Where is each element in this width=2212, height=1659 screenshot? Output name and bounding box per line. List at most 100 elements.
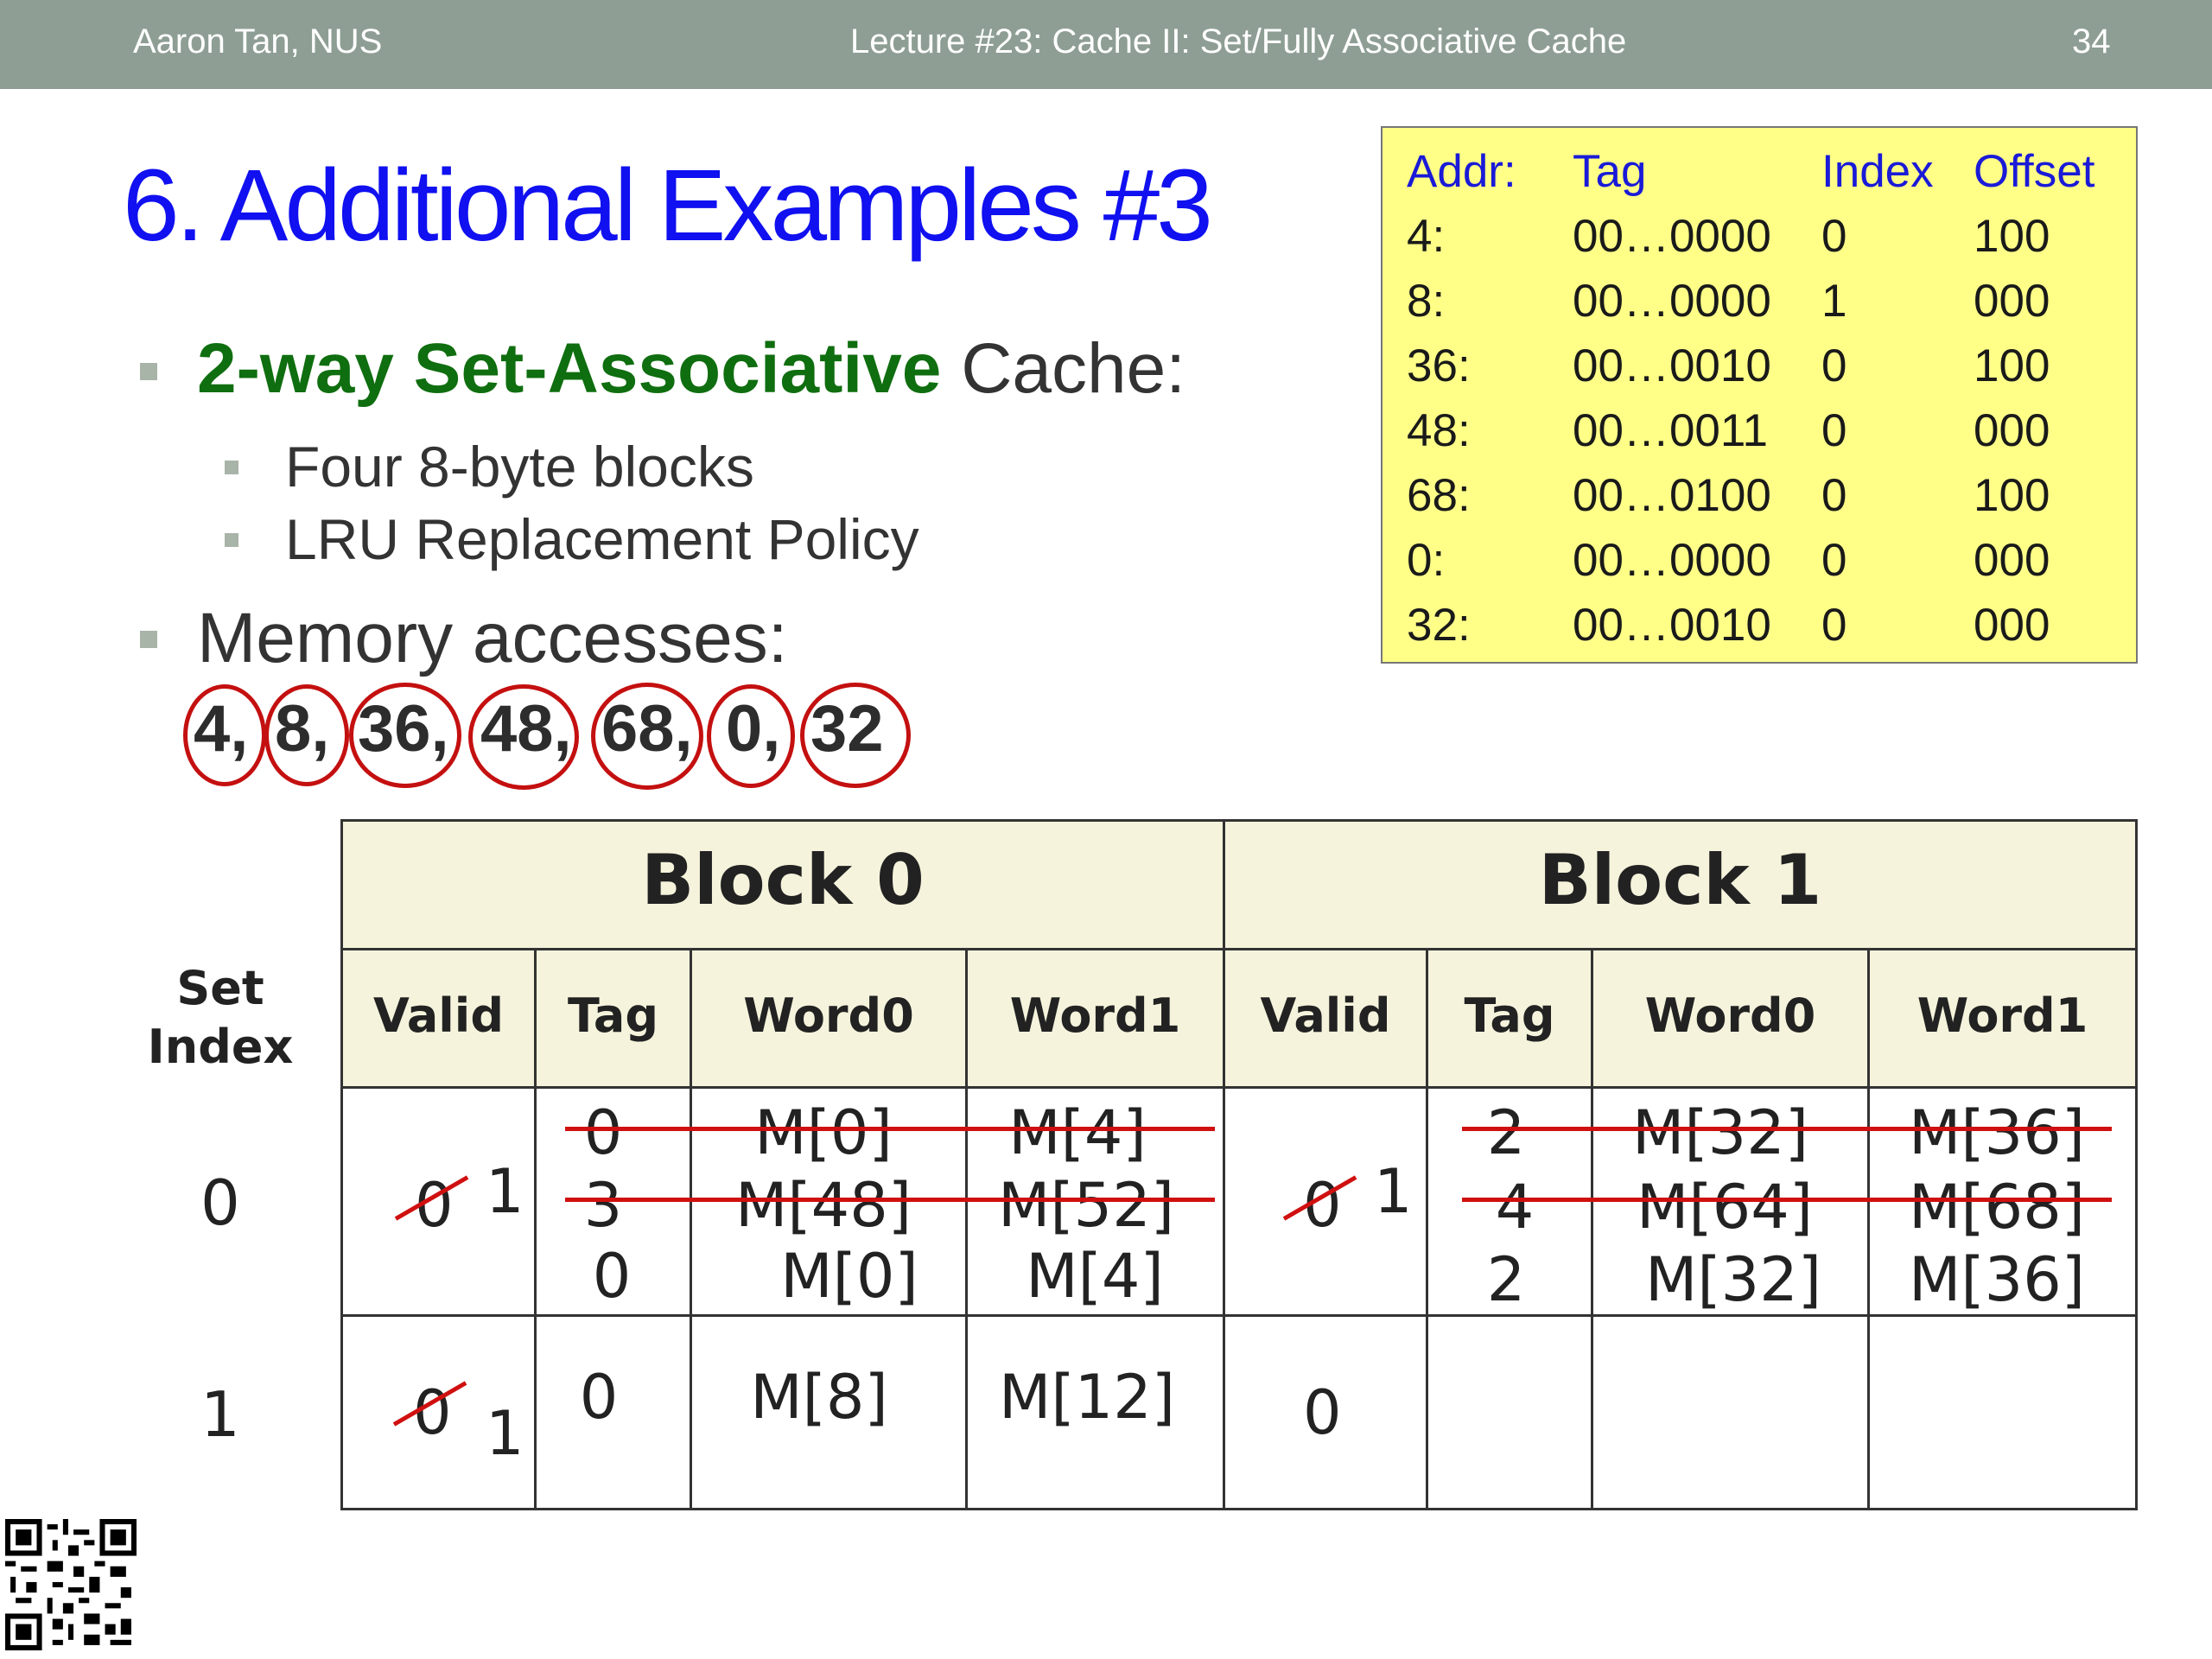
set0-b0-word0-1: M[0] [754, 1097, 893, 1168]
bullet-marker [225, 533, 238, 547]
circle-annotation [264, 684, 349, 786]
set1-b1-valid: 0 [1303, 1377, 1342, 1448]
set-index-1: 1 [200, 1378, 240, 1451]
offset-value: 100 [1974, 340, 2050, 391]
circle-annotation [800, 683, 911, 788]
tag-value: 00…0000 [1573, 211, 1771, 262]
set1-b1-word0-cell [1591, 1314, 1870, 1510]
set0-b1-word0-2: M[64] [1636, 1172, 1814, 1243]
set0-b1-valid-new: 1 [1374, 1156, 1413, 1227]
address-row: 68: 00…0100 0 100 [1382, 469, 2136, 534]
strike-line [565, 1198, 1215, 1202]
tag-value: 00…0000 [1573, 535, 1771, 586]
set0-b0-word0-2: M[48] [734, 1170, 912, 1241]
addr-value: 48: [1407, 405, 1471, 456]
offset-value: 000 [1974, 405, 2050, 456]
address-row: 0: 00…0000 0 000 [1382, 534, 2136, 599]
circle-annotation [349, 683, 461, 788]
set0-b1-tag-1: 2 [1486, 1097, 1526, 1168]
set0-b1-tag-3: 2 [1486, 1244, 1526, 1315]
slide-title: 6. Additional Examples #3 [123, 149, 1213, 263]
set-index-header: Set Index [130, 959, 311, 1077]
set0-b1-tag-2: 4 [1495, 1172, 1535, 1243]
valid-header: Valid [1260, 988, 1391, 1043]
circle-annotation [183, 684, 266, 786]
circle-annotation [707, 684, 795, 788]
index-value: 0 [1821, 470, 1847, 521]
index-value: 0 [1821, 340, 1847, 391]
index-value: 0 [1821, 600, 1847, 651]
set1-b1-word1-cell [1867, 1314, 2138, 1510]
set1-b0-word0: M[8] [750, 1362, 888, 1433]
set1-b0-word1: M[12] [998, 1362, 1176, 1433]
bullet-marker [225, 461, 238, 474]
set0-b0-tag-2: 3 [583, 1170, 623, 1241]
set0-b1-word1-3: M[36] [1908, 1244, 2086, 1315]
offset-value: 000 [1974, 600, 2050, 651]
sub-bullet-lru: LRU Replacement Policy [285, 507, 919, 571]
strike-line [565, 1127, 1215, 1131]
addr-value: 4: [1407, 211, 1446, 262]
index-value: 0 [1821, 211, 1847, 262]
set1-b1-tag-cell [1426, 1314, 1593, 1510]
cache-type-rest: Cache: [941, 329, 1186, 408]
index-value: 0 [1821, 535, 1847, 586]
index-header: Index [1821, 146, 1934, 197]
addr-header: Addr: [1407, 146, 1516, 197]
address-row: 36: 00…0010 0 100 [1382, 340, 2136, 404]
tag-value: 00…0100 [1573, 470, 1771, 521]
set0-b1-word0-3: M[32] [1644, 1244, 1822, 1315]
addr-value: 36: [1407, 340, 1471, 391]
qr-code-icon [5, 1519, 137, 1650]
valid-header: Valid [373, 988, 504, 1043]
set1-b0-valid-old: 0 [413, 1377, 452, 1448]
index-value: 1 [1821, 276, 1847, 327]
cache-type-bold: 2-way Set-Associative [197, 329, 942, 408]
cache-type-bullet: 2-way Set-Associative Cache: [197, 328, 1185, 410]
block1-header: Block 1 [1538, 840, 1822, 920]
set-index-line1: Set [176, 961, 264, 1015]
tag-header: Tag [568, 988, 658, 1043]
address-row: 32: 00…0010 0 000 [1382, 599, 2136, 664]
set0-b1-word1-1: M[36] [1908, 1097, 2086, 1168]
slide-header: Aaron Tan, NUS Lecture #23: Cache II: Se… [0, 0, 2212, 89]
set0-b0-valid-new: 1 [486, 1156, 524, 1227]
address-table-header: Addr: Tag Index Offset [1382, 145, 2136, 210]
offset-value: 100 [1974, 211, 2050, 262]
offset-value: 000 [1974, 535, 2050, 586]
index-value: 0 [1821, 405, 1847, 456]
set1-b0-tag: 0 [579, 1362, 619, 1433]
address-breakdown-table: Addr: Tag Index Offset 4: 00…0000 0 100 … [1381, 126, 2138, 664]
tag-value: 00…0010 [1573, 340, 1771, 391]
bullet-marker [140, 631, 157, 648]
page-number: 34 [2072, 22, 2111, 60]
cache-table: Block 0 Block 1 Valid Tag Word0 Word1 Va… [340, 819, 2138, 1510]
memory-accesses-label: Memory accesses: [197, 599, 788, 677]
set0-b0-word1-3: M[4] [1026, 1241, 1164, 1312]
address-row: 48: 00…0011 0 000 [1382, 404, 2136, 469]
set1-b0-valid-new: 1 [486, 1398, 524, 1469]
set0-b0-word0-3: M[0] [780, 1241, 918, 1312]
set-index-0: 0 [200, 1166, 240, 1239]
circle-annotation [468, 684, 579, 790]
tag-header: Tag [1573, 146, 1647, 197]
set0-b1-word1-2: M[68] [1908, 1172, 2086, 1243]
strike-line [1462, 1198, 2112, 1202]
offset-value: 100 [1974, 470, 2050, 521]
bullet-marker [140, 363, 157, 380]
addr-value: 0: [1407, 535, 1446, 586]
address-row: 8: 00…0000 1 000 [1382, 275, 2136, 340]
circle-annotation [591, 683, 703, 790]
author-label: Aaron Tan, NUS [133, 22, 383, 60]
sub-bullet-blocks: Four 8-byte blocks [285, 435, 754, 499]
offset-header: Offset [1974, 146, 2095, 197]
addr-value: 8: [1407, 276, 1446, 327]
word0-header: Word0 [743, 988, 914, 1043]
word0-header: Word0 [1644, 988, 1816, 1043]
set0-b0-word1-2: M[52] [997, 1170, 1175, 1241]
addr-value: 32: [1407, 600, 1471, 651]
tag-value: 00…0000 [1573, 276, 1771, 327]
block0-header: Block 0 [641, 840, 925, 920]
set-index-line2: Index [147, 1020, 294, 1074]
lecture-title: Lecture #23: Cache II: Set/Fully Associa… [850, 22, 1627, 60]
